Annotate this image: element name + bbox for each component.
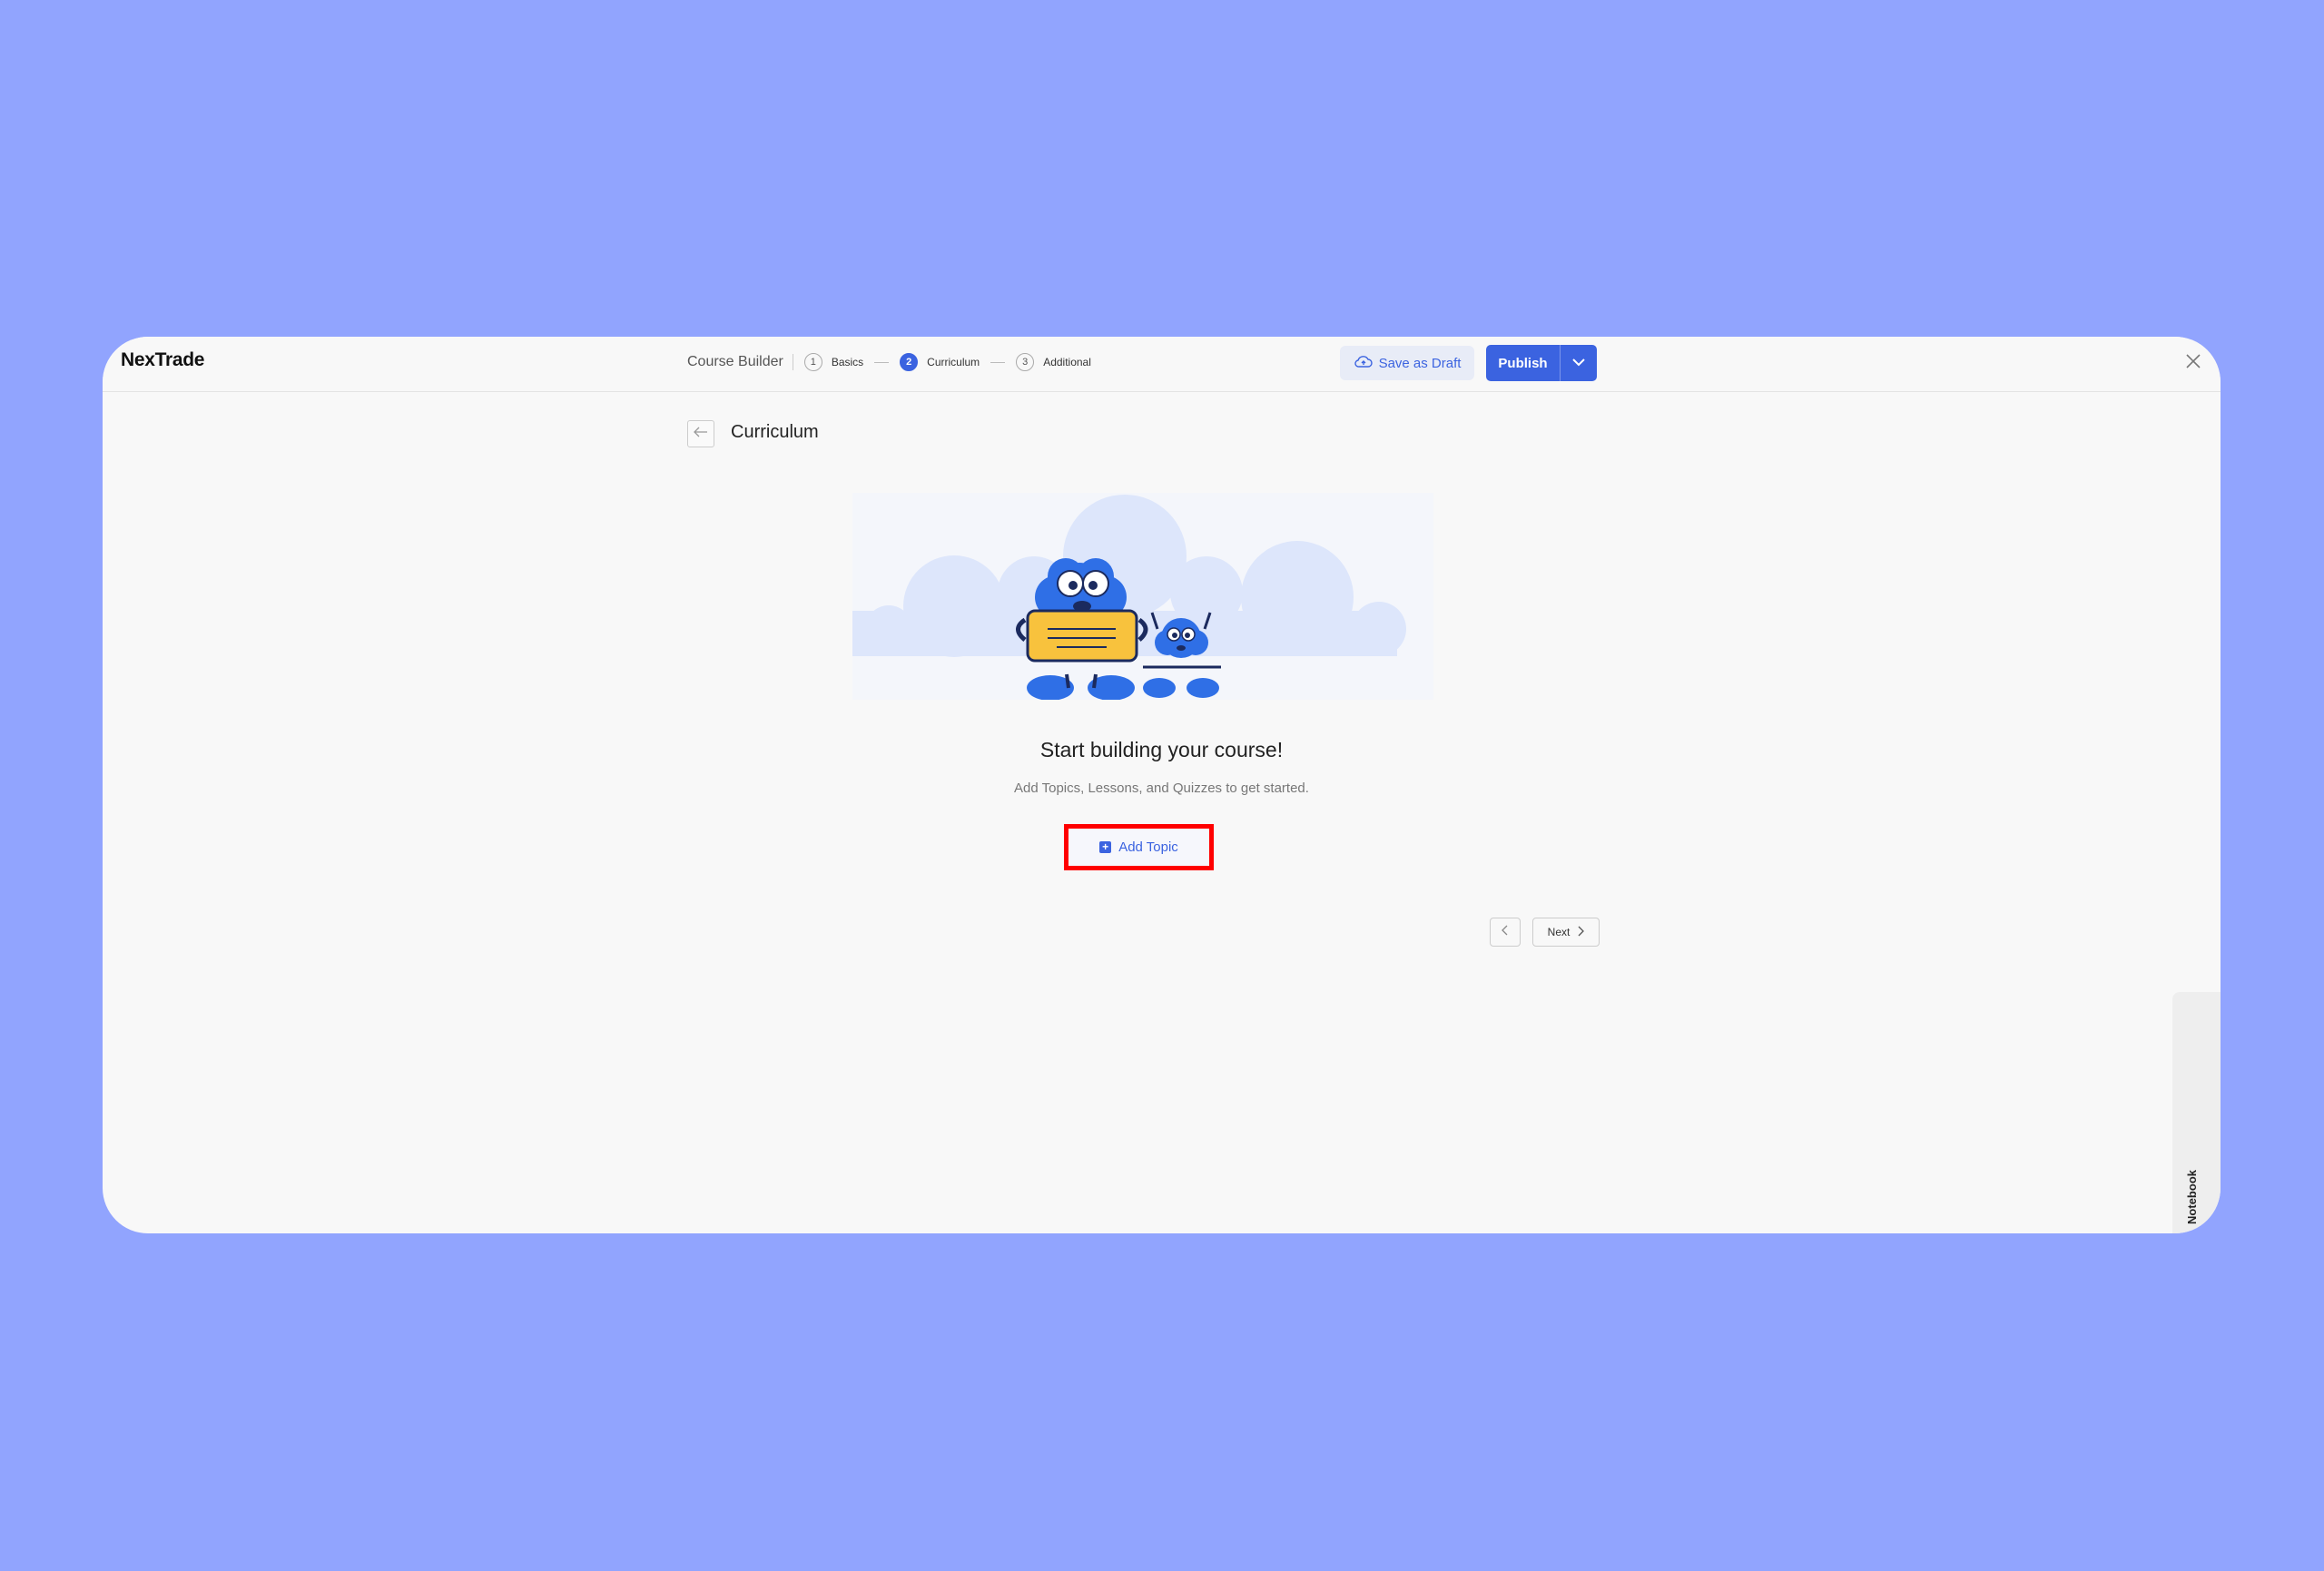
back-button[interactable] [687, 420, 714, 447]
chevron-right-icon [1577, 926, 1585, 939]
step-label: Basics [831, 356, 864, 368]
publish-button[interactable]: Publish [1486, 345, 1560, 381]
empty-state-illustration [852, 493, 1433, 701]
notebook-label: Notebook [2185, 1170, 2199, 1224]
course-builder-window: NexTrade Course Builder 1 Basics 2 Curri… [103, 337, 2221, 1233]
step-connector [990, 361, 1006, 363]
top-header: NexTrade Course Builder 1 Basics 2 Curri… [103, 337, 2221, 392]
arrow-left-icon [694, 426, 708, 442]
cloud-upload-icon [1354, 354, 1374, 372]
add-topic-label: Add Topic [1118, 840, 1178, 855]
app-logo: NexTrade [121, 349, 205, 370]
page-title: Curriculum [731, 422, 819, 442]
step-basics[interactable]: 1 Basics [803, 353, 864, 371]
chevron-down-icon [1571, 355, 1586, 371]
step-indicator: Course Builder 1 Basics 2 Curriculum 3 A… [687, 353, 1091, 371]
save-as-draft-button[interactable]: Save as Draft [1340, 346, 1474, 380]
step-curriculum[interactable]: 2 Curriculum [900, 353, 980, 371]
builder-title: Course Builder [687, 354, 783, 369]
step-connector [874, 361, 890, 363]
next-button[interactable]: Next [1532, 918, 1600, 947]
notebook-tab[interactable]: Notebook [2172, 992, 2221, 1233]
publish-split-button: Publish [1486, 345, 1597, 381]
close-button[interactable] [2182, 352, 2204, 374]
publish-options-button[interactable] [1560, 345, 1597, 381]
next-label: Next [1547, 926, 1571, 938]
step-number: 2 [900, 353, 919, 371]
step-additional[interactable]: 3 Additional [1016, 353, 1091, 371]
chevron-left-icon [1502, 924, 1509, 940]
empty-state-heading: Start building your course! [1039, 738, 1284, 761]
add-topic-button[interactable]: + Add Topic [1064, 824, 1214, 870]
plus-square-icon: + [1099, 841, 1112, 853]
previous-button[interactable] [1490, 918, 1521, 947]
step-label: Curriculum [927, 356, 980, 368]
save-draft-label: Save as Draft [1378, 355, 1462, 371]
close-icon [2185, 353, 2201, 374]
add-topic-content: + Add Topic [1099, 840, 1178, 855]
empty-state-subheading: Add Topics, Lessons, and Quizzes to get … [1014, 781, 1309, 796]
step-number: 1 [803, 353, 822, 371]
step-number: 3 [1016, 353, 1035, 371]
step-label: Additional [1043, 356, 1091, 368]
